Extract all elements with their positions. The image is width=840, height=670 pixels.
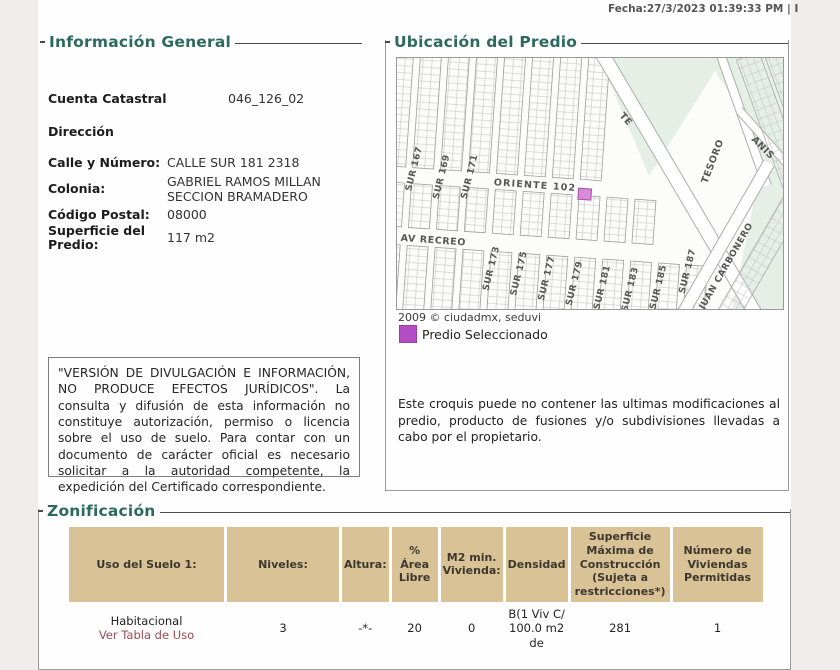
cell-densidad: B(1 Viv C/ 100.0 m2 de [505,604,568,652]
codigo-postal-value: 08000 [167,207,207,222]
header-rule [235,42,362,44]
selected-parcel-legend-swatch [399,325,417,343]
header-tick [385,41,390,43]
section-location-header: Ubicación del Predio [385,33,788,51]
calle-numero-label: Calle y Número: [48,155,161,170]
section-zoning-header: Zonificación [38,502,790,520]
section-title-general-info: Información General [49,33,232,51]
cell-niveles: 3 [227,604,339,652]
selected-parcel [577,187,593,201]
uso-value: Habitacional [110,613,183,628]
map-attribution: 2009 © ciudadmx, seduvi [398,311,542,324]
cell-area-libre: 20 [391,604,438,652]
cell-altura: -*- [342,604,389,652]
col-uso-del-suelo: Uso del Suelo 1: [69,527,224,602]
header-tick [38,510,43,512]
predio-map-svg: SUR 167 SUR 169 SUR 171 SUR 173 SUR 175 … [397,58,783,309]
header-rule [581,42,788,44]
direccion-label: Dirección [48,124,114,139]
predio-map: SUR 167 SUR 169 SUR 171 SUR 173 SUR 175 … [396,57,784,310]
legal-disclaimer: "VERSIÓN DE DIVULGACIÓN E INFORMACIÓN, N… [48,357,360,494]
col-altura: Altura: [342,527,389,602]
col-num-viviendas: Número de Viviendas Permitidas [672,527,763,602]
section-general-info-header: Información General [40,33,362,51]
superficie-value: 117 m2 [167,230,215,245]
cell-superficie-maxima: 281 [570,604,670,652]
ver-tabla-de-uso-link[interactable]: Ver Tabla de Uso [71,628,222,642]
header-rule [159,511,790,513]
selected-parcel-legend-label: Predio Seleccionado [422,327,548,342]
cell-m2-min: 0 [440,604,503,652]
cuenta-catastral-value: 046_126_02 [228,91,305,106]
zoning-table: Uso del Suelo 1: Niveles: Altura: % Área… [66,524,766,655]
section-title-location: Ubicación del Predio [394,33,578,51]
map-note: Este croquis puede no contener las ultim… [398,397,780,445]
colonia-value: GABRIEL RAMOS MILLAN SECCION BRAMADERO [167,174,321,204]
section-title-zoning: Zonificación [47,502,156,520]
codigo-postal-label: Código Postal: [48,207,150,222]
header-tick [40,41,45,43]
col-superficie-maxima: Superficie Máxima de Construcción (Sujet… [570,527,670,602]
cell-uso: Habitacional Ver Tabla de Uso [69,604,224,652]
superficie-label: Superficie del Predio: [48,223,145,253]
date-line: Fecha:27/3/2023 01:39:33 PM | I [608,3,799,15]
col-niveles: Niveles: [227,527,339,602]
zoning-data-row: Habitacional Ver Tabla de Uso 3 -*- 20 0… [69,604,763,652]
colonia-label: Colonia: [48,181,106,196]
calle-numero-value: CALLE SUR 181 2318 [167,155,300,170]
cell-viviendas: 1 [672,604,763,652]
col-m2-min-vivienda: M2 min. Vivienda: [440,527,503,602]
col-area-libre: % Área Libre [391,527,438,602]
cuenta-catastral-label: Cuenta Catastral [48,91,167,106]
zoning-header-row: Uso del Suelo 1: Niveles: Altura: % Área… [69,527,763,602]
col-densidad: Densidad [505,527,568,602]
